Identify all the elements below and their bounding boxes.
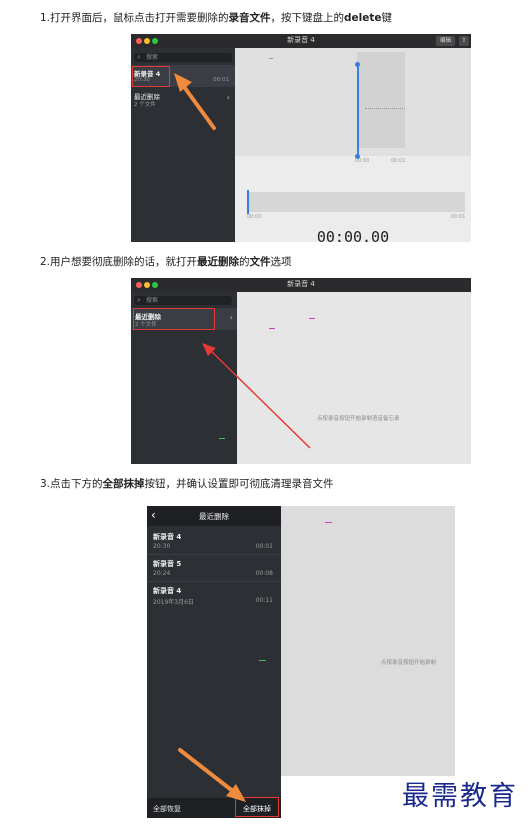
waveform-line bbox=[365, 108, 405, 110]
search-icon: ⌕ bbox=[137, 296, 141, 304]
step-3-text: 3.点击下方的全部抹掉按钮，并确认设置即可彻底清理录音文件 bbox=[40, 476, 334, 491]
overview-tick: 00:01 bbox=[451, 214, 466, 220]
window-title: 新录音 4 bbox=[287, 280, 315, 288]
arrow-pointer-icon bbox=[174, 73, 216, 130]
emphasis-text: 文件 bbox=[249, 256, 271, 268]
instruction-text: 2.用户想要彻底删除的话，就打开 bbox=[40, 256, 198, 268]
wave-tick: 00:01 bbox=[391, 158, 406, 164]
emphasis-text: 最近删除 bbox=[197, 256, 240, 268]
wave-tick: 00:00 bbox=[355, 158, 370, 164]
green-mark bbox=[259, 660, 266, 661]
instruction-text: ，按下键盘上的 bbox=[270, 12, 345, 24]
watermark-logo: 最需教育 bbox=[402, 781, 518, 812]
arrow-pointer-icon bbox=[178, 748, 246, 802]
playhead-top-handle-icon[interactable] bbox=[355, 62, 360, 67]
highlight-box bbox=[132, 66, 170, 87]
chevron-right-icon: › bbox=[229, 313, 233, 322]
chevron-right-icon: › bbox=[226, 93, 230, 102]
waveform-mark bbox=[269, 58, 273, 59]
waveform-area bbox=[235, 48, 471, 159]
search-input[interactable]: ⌕ 搜索 bbox=[134, 296, 232, 305]
pink-mark bbox=[325, 522, 332, 523]
overview-playhead[interactable] bbox=[247, 190, 249, 214]
window-title: 新录音 4 bbox=[287, 36, 315, 44]
header-title: 最近删除 bbox=[199, 512, 229, 521]
overview-tick: 00:00 bbox=[247, 214, 262, 220]
title-bar: 新录音 4 bbox=[131, 278, 471, 292]
search-icon: ⌕ bbox=[137, 53, 141, 61]
step-2-text: 2.用户想要彻底删除的话，就打开最近删除的文件选项 bbox=[40, 254, 292, 269]
title-bar: 新录音 4 编辑 ⇧ bbox=[131, 34, 471, 48]
empty-hint: 点按录音按钮开始录制 bbox=[381, 660, 437, 666]
overview-strip[interactable] bbox=[247, 190, 465, 214]
edit-button[interactable]: 编辑 bbox=[435, 36, 455, 46]
emphasis-text: 录音文件 bbox=[228, 12, 271, 24]
detail-pane: 00:00 00:01 00:00 00:01 00:00.00 bbox=[235, 48, 471, 242]
instruction-text: 键 bbox=[381, 12, 393, 24]
instruction-text: 选项 bbox=[270, 256, 292, 268]
empty-detail-pane: 点按录音按钮开始录制 bbox=[281, 506, 455, 776]
deleted-list: 新录音 4 20:30 00:01 新录音 5 20:24 00:08 新录音 … bbox=[147, 528, 281, 608]
empty-hint: 点按录音按钮开始录制语音备忘录 bbox=[317, 416, 400, 422]
search-input[interactable]: ⌕ 搜索 bbox=[134, 53, 232, 62]
arrow-pointer-icon bbox=[202, 343, 311, 449]
screenshot-1-voice-memos-window: 新录音 4 编辑 ⇧ ⌕ 搜索 新录音 4 20:30 00:01 最近删除 2… bbox=[131, 34, 471, 242]
recently-deleted-count: 2 个文件 bbox=[134, 102, 156, 108]
pink-mark bbox=[269, 328, 275, 329]
sidebar-header: ‹ 最近删除 bbox=[147, 506, 281, 526]
instruction-text: 3.点击下方的 bbox=[40, 478, 103, 490]
list-item[interactable]: 新录音 4 2019年3月6日 00:11 bbox=[147, 582, 281, 608]
emphasis-text: 全部抹掉 bbox=[102, 478, 145, 490]
instruction-text: 按钮，并确认设置即可彻底清理录音文件 bbox=[144, 478, 334, 490]
playhead[interactable] bbox=[357, 64, 359, 156]
highlight-box bbox=[133, 308, 215, 330]
pink-mark bbox=[309, 318, 315, 319]
list-item[interactable]: 新录音 4 20:30 00:01 bbox=[147, 528, 281, 555]
timer-display: 00:00.00 bbox=[316, 228, 390, 242]
instruction-text: 1.打开界面后，鼠标点击打开需要删除的 bbox=[40, 12, 229, 24]
share-icon[interactable]: ⇧ bbox=[459, 36, 469, 46]
step-1-text: 1.打开界面后，鼠标点击打开需要删除的录音文件，按下键盘上的delete键 bbox=[40, 10, 392, 25]
list-item[interactable]: 新录音 5 20:24 00:08 bbox=[147, 555, 281, 582]
waveform-region bbox=[357, 52, 405, 148]
emphasis-text: delete bbox=[344, 12, 382, 24]
instruction-text: 的 bbox=[239, 256, 250, 268]
